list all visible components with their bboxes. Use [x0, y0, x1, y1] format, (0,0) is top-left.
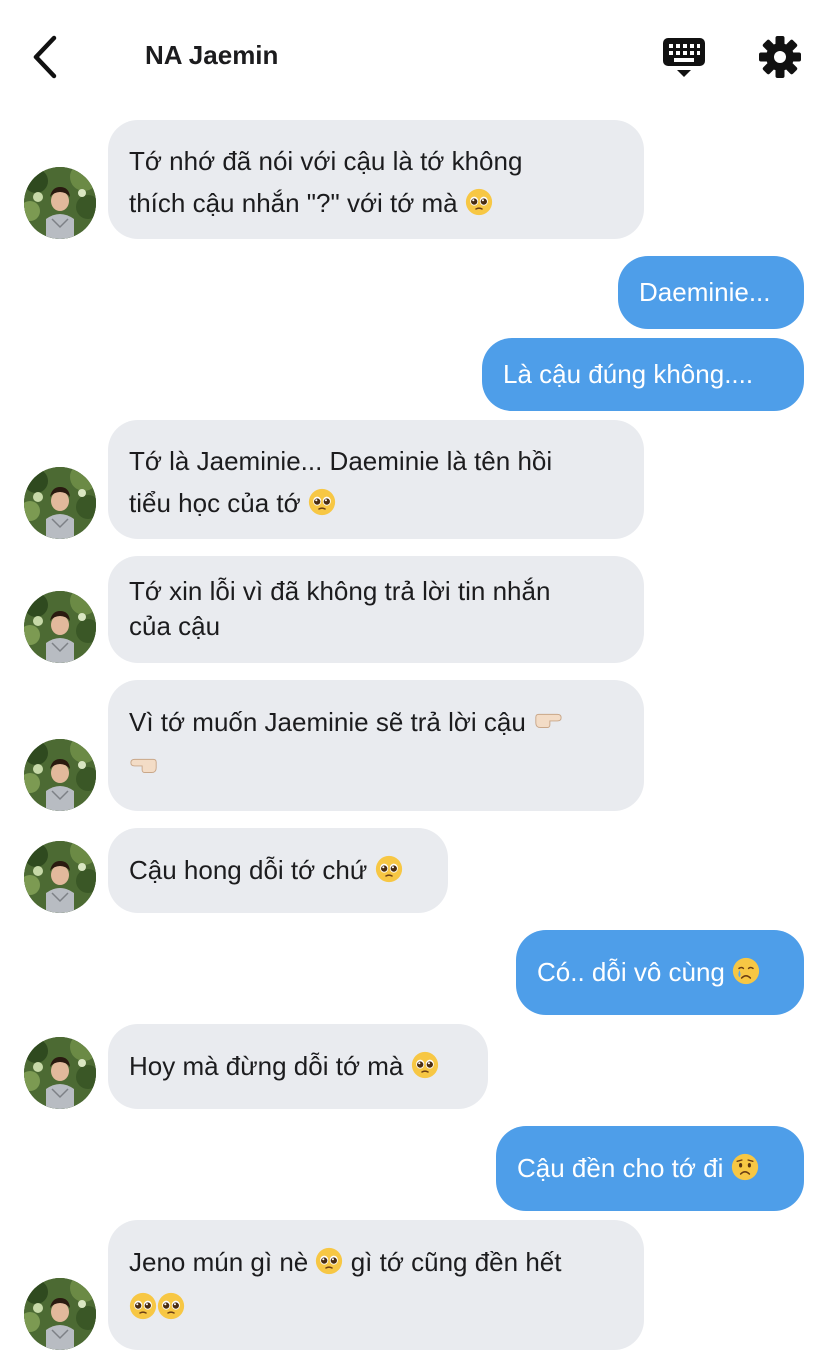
avatar[interactable] [24, 739, 96, 811]
crying-face-emoji [732, 957, 760, 985]
message-text: Có.. dỗi vô cùng [537, 957, 725, 987]
pleading-face-emoji [129, 1292, 157, 1320]
settings-button[interactable] [758, 35, 802, 79]
message-text: Vì tớ muốn Jaeminie sẽ trả lời cậu [129, 707, 526, 737]
message-bubble-outgoing[interactable]: Là cậu đúng không.... [482, 338, 804, 411]
message-bubble-incoming[interactable]: Hoy mà đừng dỗi tớ mà [108, 1024, 488, 1109]
gear-icon [759, 36, 801, 78]
message-text: của cậu [129, 611, 221, 641]
avatar[interactable] [24, 167, 96, 239]
pleading-face-emoji [157, 1292, 185, 1320]
message-text: Cậu đền cho tớ đi [517, 1153, 724, 1183]
message-text: Hoy mà đừng dỗi tớ mà [129, 1051, 404, 1081]
message-text: Jeno mún gì nè [129, 1247, 309, 1277]
message-bubble-incoming[interactable]: Tớ là Jaeminie... Daeminie là tên hồi ti… [108, 420, 644, 539]
message-bubble-incoming[interactable]: Jeno mún gì nè gì tớ cũng đền hết [108, 1220, 644, 1350]
message-bubble-incoming[interactable]: Tớ nhớ đã nói với cậu là tớ không thích … [108, 120, 644, 239]
pointing-hand-emoji [129, 750, 159, 780]
message-bubble-incoming[interactable]: Cậu hong dỗi tớ chứ [108, 828, 448, 913]
back-button[interactable] [26, 34, 66, 80]
pleading-face-emoji [465, 188, 493, 216]
chevron-left-icon [33, 35, 57, 79]
message-bubble-outgoing[interactable]: Cậu đền cho tớ đi [496, 1126, 804, 1211]
message-text: tiểu học của tớ [129, 488, 301, 518]
pointing-hand-emoji [533, 705, 563, 735]
message-text: gì tớ cũng đền hết [350, 1247, 562, 1277]
keyboard-button[interactable] [660, 36, 708, 80]
worried-face-emoji [731, 1153, 759, 1181]
chat-header: NA Jaemin [0, 0, 828, 110]
pleading-face-emoji [315, 1247, 343, 1275]
chat-title: NA Jaemin [145, 40, 279, 70]
keyboard-icon [663, 38, 705, 77]
message-text: Daeminie... [639, 277, 771, 307]
message-text: Cậu hong dỗi tớ chứ [129, 855, 368, 885]
pleading-face-emoji [411, 1051, 439, 1079]
message-bubble-outgoing[interactable]: Có.. dỗi vô cùng [516, 930, 804, 1015]
avatar[interactable] [24, 1278, 96, 1350]
message-text: Là cậu đúng không.... [503, 359, 754, 389]
message-text: Tớ là Jaeminie... Daeminie là tên hồi [129, 446, 553, 476]
avatar[interactable] [24, 841, 96, 913]
avatar[interactable] [24, 467, 96, 539]
avatar[interactable] [24, 1037, 96, 1109]
message-bubble-incoming[interactable]: Vì tớ muốn Jaeminie sẽ trả lời cậu [108, 680, 644, 811]
message-text: Tớ xin lỗi vì đã không trả lời tin nhắn [129, 576, 551, 606]
message-bubble-incoming[interactable]: Tớ xin lỗi vì đã không trả lời tin nhắn … [108, 556, 644, 663]
message-bubble-outgoing[interactable]: Daeminie... [618, 256, 804, 329]
pleading-face-emoji [375, 855, 403, 883]
message-text: thích cậu nhắn "?" với tớ mà [129, 188, 458, 218]
avatar[interactable] [24, 591, 96, 663]
message-text: Tớ nhớ đã nói với cậu là tớ không [129, 146, 523, 176]
pleading-face-emoji [308, 488, 336, 516]
